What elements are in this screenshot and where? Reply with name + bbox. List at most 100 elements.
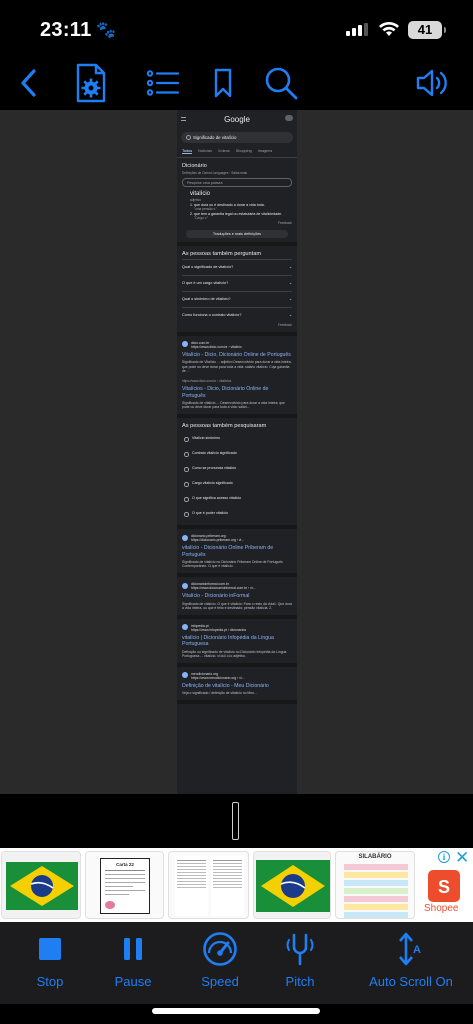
brazil-flag-image (2, 852, 80, 918)
result-site: dicionarioinformal.com.br https://www.dic… (182, 582, 292, 590)
result-snippet: Significado de Vitalício ... adjetivo De… (182, 360, 292, 374)
pause-icon (124, 938, 142, 960)
related-item: Contrato vitalício significado (182, 446, 292, 461)
result-url: https://www.dicio.com.br › vitalicios (182, 379, 232, 384)
result-title: Vitalício - Dicio, Dicionário Online de … (182, 352, 291, 359)
ad-banner[interactable]: Carta 22 SILABÁRIO i ✕ S Shopee (0, 848, 473, 922)
home-area (0, 1004, 473, 1024)
ad-thumb-syllabary[interactable]: SILABÁRIO (335, 851, 415, 919)
result-snippet: Significado de vitalício no Dicionário P… (182, 559, 283, 569)
playback-controls: Stop Pause Speed Pitch A Auto Scroll On (0, 922, 473, 1004)
result-site: dicionario.priberam.org https://dicionari… (182, 534, 292, 542)
speed-label: Speed (201, 974, 239, 989)
ad-thumb-letter[interactable]: Carta 22 (85, 851, 164, 919)
cellular-signal-icon (346, 23, 368, 36)
people-ask-title: As pessoas também perguntam (182, 251, 261, 258)
tab-videos: Vídeos (217, 149, 230, 153)
back-button[interactable] (12, 62, 44, 104)
list-icon (146, 70, 180, 96)
ad-thumb-flag[interactable] (1, 851, 81, 919)
result-title: vitalício | Dicionário Infopédia da Líng… (182, 635, 274, 648)
search-result: dicio.com.br https://www.dicio.com.br › v… (177, 335, 297, 419)
scroll-handle[interactable] (232, 802, 239, 840)
scroll-strip (0, 794, 473, 848)
document-page[interactable]: Google Significado de vitalício Todos No… (177, 110, 297, 794)
bookmark-icon (214, 68, 232, 98)
speed-button[interactable]: Speed (196, 930, 244, 989)
people-ask-question: Qual o significado de vitalício? ⌄ (182, 259, 292, 275)
back-icon (21, 69, 36, 97)
pause-button[interactable]: Pause (110, 930, 156, 989)
result-title: Vitalício - Dicionário inFormal (182, 593, 250, 600)
google-header: Google (177, 110, 297, 130)
stop-label: Stop (36, 974, 64, 989)
brazil-flag-image (254, 852, 330, 918)
stop-icon (39, 938, 61, 960)
ad-info-icon[interactable]: i (438, 851, 450, 863)
wifi-icon (379, 22, 399, 36)
google-tabs: Todos Notícias Vídeos Shopping Imagens (177, 145, 297, 158)
result-snippet: Significado de vitalício ... Desenvolvid… (182, 400, 285, 410)
pause-label: Pause (114, 974, 152, 989)
people-ask-card: As pessoas também perguntam Qual o signi… (177, 246, 297, 336)
result-site: meudicionario.org https://www.meudicionar… (182, 672, 292, 680)
related-item: Como se pronuncia vitalício (182, 461, 292, 476)
tab-all: Todos (182, 149, 193, 154)
ad-thumb-document[interactable] (168, 851, 249, 919)
shopee-logo-icon[interactable]: S (428, 870, 460, 902)
search-icon (265, 67, 298, 100)
dictionary-card: Dicionário Definições de Oxford Language… (177, 158, 297, 247)
result-snippet: Definição ou significado de vitalício no… (182, 649, 287, 659)
people-ask-question: Qual o sinônimo de vitalício? ⌄ (182, 291, 292, 307)
people-ask-question: O que é um cargo vitalício? ⌄ (182, 275, 292, 291)
search-result: dicionario.priberam.org https://dicionari… (177, 529, 297, 578)
google-logo: Google (224, 115, 250, 124)
auto-scroll-icon: A (399, 932, 421, 966)
related-searches-card: As pessoas também pesquisaram Vitalício … (177, 418, 297, 530)
tab-images: Imagens (257, 149, 273, 153)
auto-scroll-button[interactable]: A Auto Scroll On (366, 930, 456, 989)
result-snippet: Veja o significado / definição de vitalí… (182, 691, 257, 696)
document-viewer[interactable]: Google Significado de vitalício Todos No… (0, 110, 473, 794)
labs-icon (285, 115, 293, 121)
battery-indicator: 41 (408, 21, 446, 39)
result-site: infopedia.pt https://www.infopedia.pt › d… (182, 624, 292, 632)
dictionary-source: Definições de Oxford Languages · Saiba m… (182, 171, 248, 175)
dictionary-word: vitalício (190, 191, 211, 198)
bookmark-button[interactable] (208, 62, 238, 104)
status-time: 23:11 (40, 19, 92, 41)
ad-close-button[interactable]: ✕ (455, 848, 469, 868)
stop-button[interactable]: Stop (30, 930, 70, 989)
home-indicator[interactable] (152, 1008, 320, 1014)
related-title: As pessoas também pesquisaram (182, 423, 267, 430)
document-settings-button[interactable] (72, 62, 110, 104)
tab-news: Notícias (198, 149, 212, 153)
pitch-label: Pitch (285, 974, 315, 989)
search-result: infopedia.pt https://www.infopedia.pt › d… (177, 618, 297, 667)
result-title: Vitalícios - Dicio, Dicionário Online de… (182, 386, 269, 399)
document-settings-icon (76, 63, 106, 103)
dictionary-feedback: Feedback (278, 220, 292, 225)
ad-thumb-flag[interactable] (253, 851, 331, 919)
dictionary-title: Dicionário (182, 163, 207, 169)
search-button[interactable] (262, 62, 300, 104)
dictionary-more-button: Traduções e mais definições (186, 230, 288, 239)
related-item: O que é poder vitalício (182, 506, 292, 521)
pitch-button[interactable]: Pitch (280, 930, 320, 989)
ad-brand: Shopee (424, 903, 459, 914)
people-ask-feedback: Feedback (278, 323, 292, 328)
status-bar: 23:11 🐾 41 (0, 0, 473, 58)
ad-thumb-syllabary-title: SILABÁRIO (358, 854, 392, 860)
table-of-contents-button[interactable] (144, 62, 182, 104)
ad-thumb-letter-title: Carta 22 (116, 862, 134, 867)
result-snippet: Significado de vitalício. O que é vitalí… (182, 601, 292, 611)
related-item: O que significa acesso vitalício (182, 491, 292, 506)
related-item: Vitalício sinônimo (182, 431, 292, 446)
result-title: vitalício - Dicionário Online Priberam d… (182, 545, 274, 558)
syllabary-chart-image (344, 864, 408, 918)
svg-text:A: A (413, 944, 421, 956)
speedometer-icon (203, 932, 237, 966)
paw-icon: 🐾 (96, 22, 116, 39)
search-result: meudicionario.org https://www.meudicionar… (177, 666, 297, 705)
speaker-button[interactable] (412, 62, 454, 104)
